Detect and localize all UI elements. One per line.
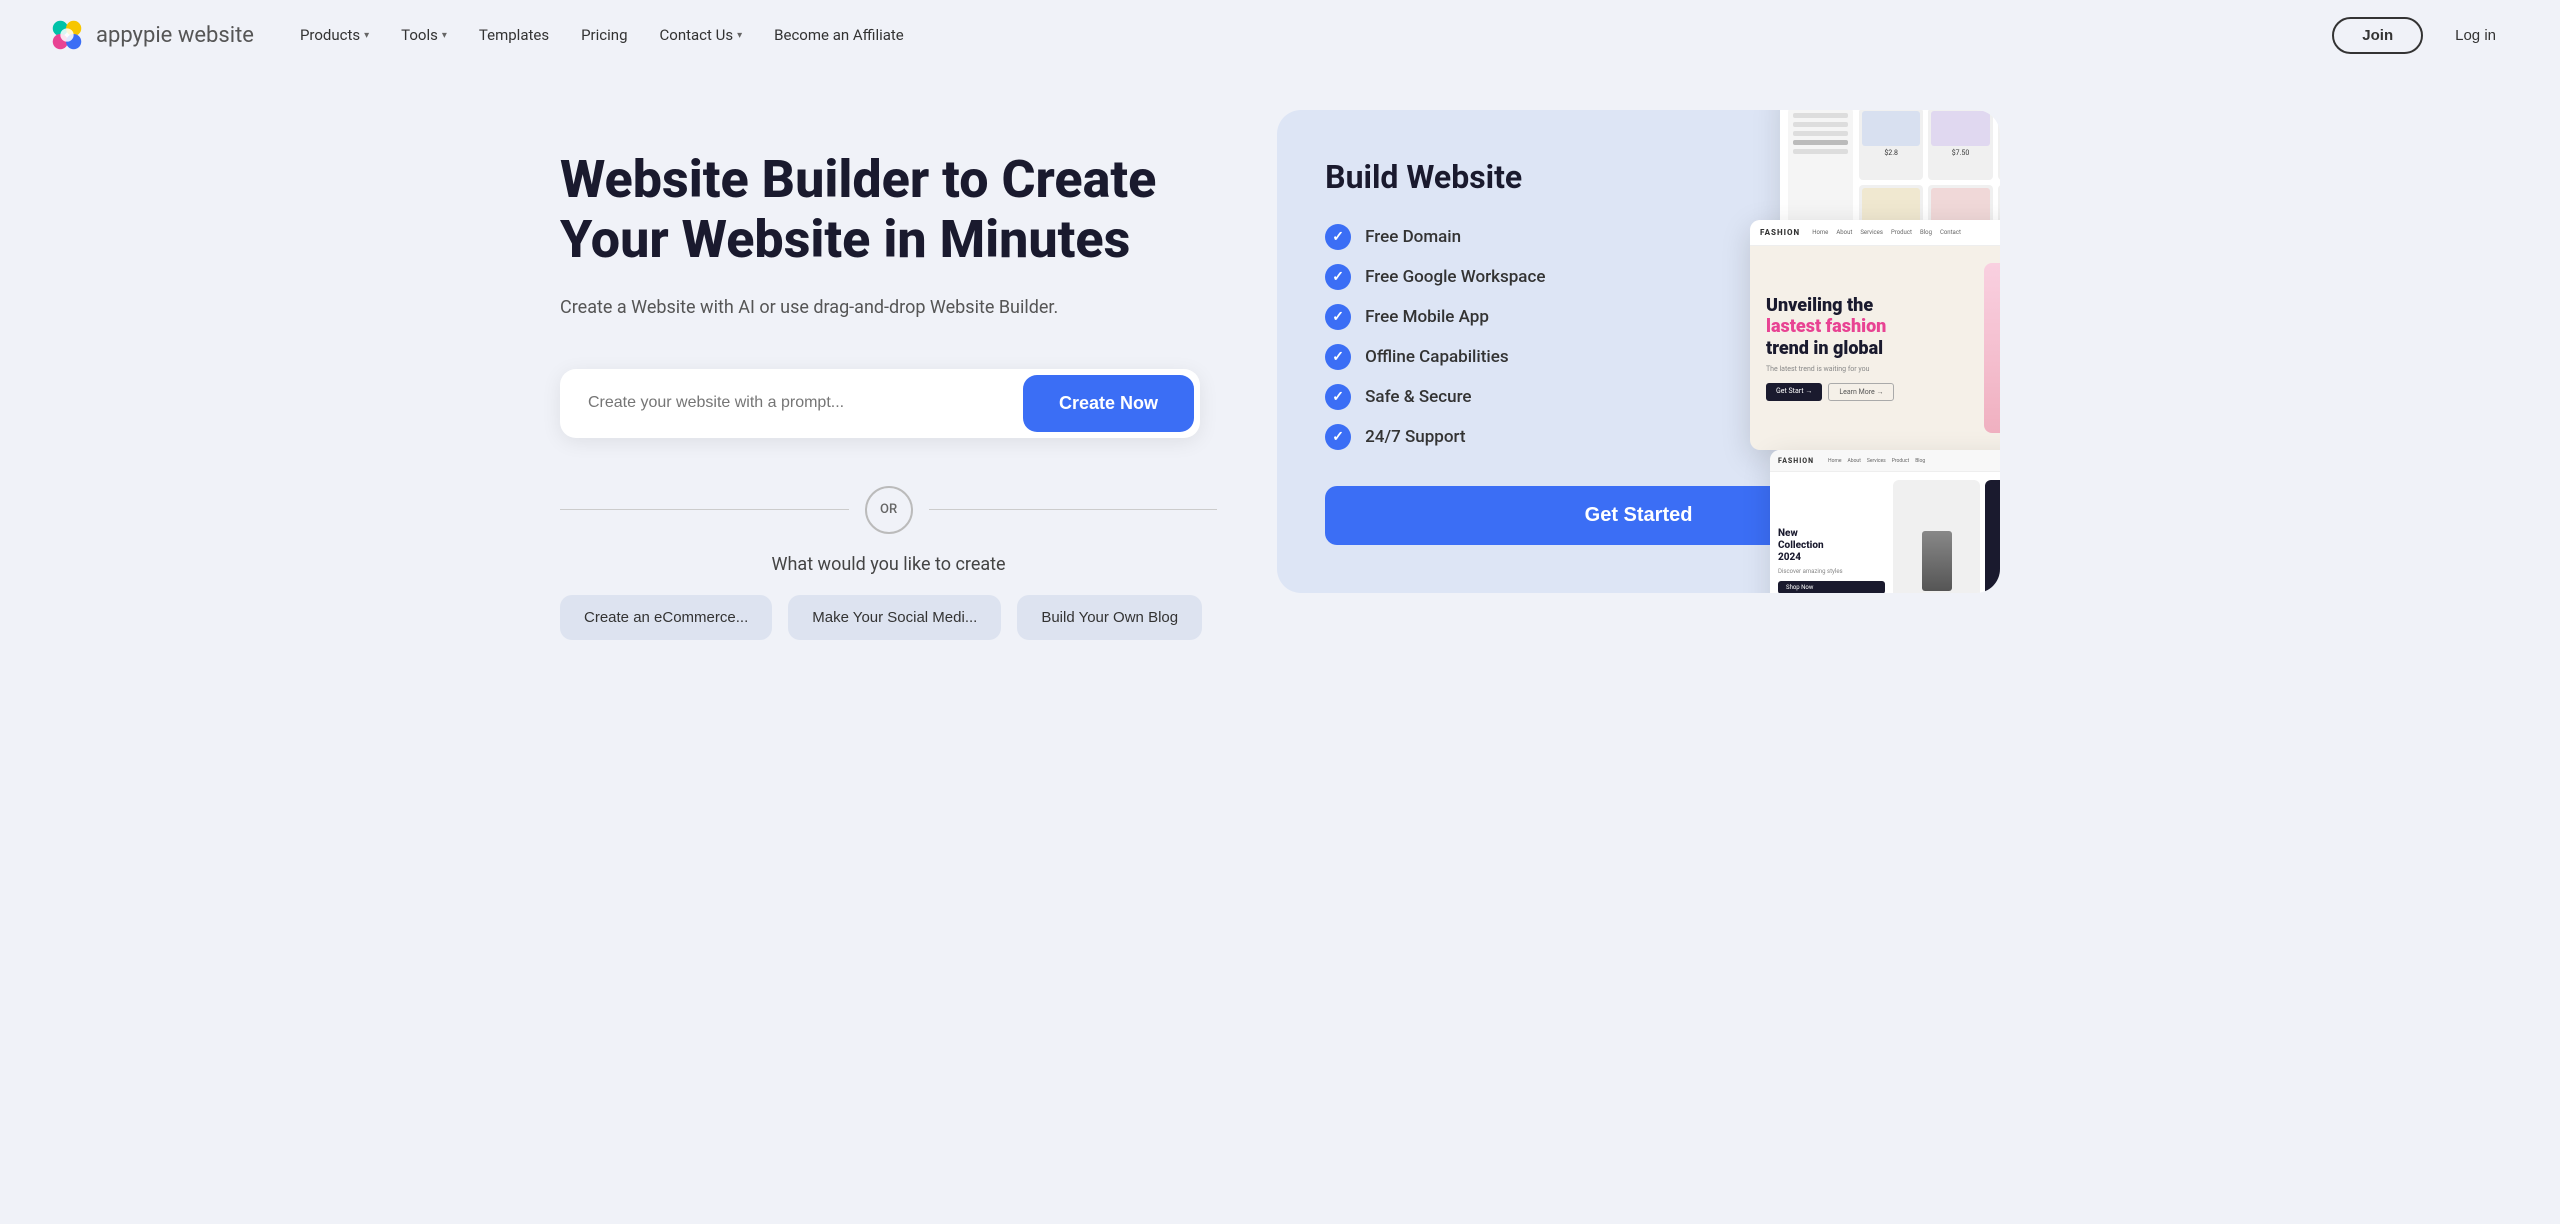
hero-title: Website Builder to Create Your Website i… [560, 150, 1217, 270]
login-button[interactable]: Log in [2439, 19, 2512, 52]
chip-ecommerce[interactable]: Create an eCommerce... [560, 595, 772, 640]
divider-line-right [929, 509, 1218, 510]
nav-item-affiliate[interactable]: Become an Affiliate [760, 18, 918, 52]
navbar: appypie website Products ▾ Tools ▾ Templ… [0, 0, 2560, 70]
check-icon-offline [1325, 344, 1351, 370]
feature-item-offline: Offline Capabilities [1325, 344, 1952, 370]
hero-subtitle: Create a Website with AI or use drag-and… [560, 294, 1140, 321]
feature-item-support: 24/7 Support [1325, 424, 1952, 450]
build-card: Build Website Free Domain Free Google Wo… [1277, 110, 2000, 593]
check-icon-domain [1325, 224, 1351, 250]
check-icon-mobile [1325, 304, 1351, 330]
chevron-down-icon: ▾ [737, 30, 742, 41]
or-section: OR What would you like to create Create … [560, 486, 1217, 640]
check-icon-workspace [1325, 264, 1351, 290]
join-button[interactable]: Join [2332, 17, 2423, 54]
or-label: OR [865, 486, 913, 534]
chevron-down-icon: ▾ [442, 30, 447, 41]
search-bar: Create Now [560, 369, 1200, 438]
check-icon-secure [1325, 384, 1351, 410]
search-input[interactable] [560, 372, 1017, 434]
logo[interactable]: appypie website [48, 16, 254, 54]
chip-blog[interactable]: Build Your Own Blog [1017, 595, 1202, 640]
nav-item-contact[interactable]: Contact Us ▾ [646, 18, 757, 52]
nav-item-tools[interactable]: Tools ▾ [387, 18, 461, 52]
build-card-title: Build Website [1325, 158, 1952, 196]
feature-item-domain: Free Domain [1325, 224, 1952, 250]
hero-section: Website Builder to Create Your Website i… [480, 70, 2080, 700]
chip-social[interactable]: Make Your Social Medi... [788, 595, 1001, 640]
nav-links: Products ▾ Tools ▾ Templates Pricing Con… [286, 18, 918, 52]
chevron-down-icon: ▾ [364, 30, 369, 41]
divider-line-left [560, 509, 849, 510]
what-create-label: What would you like to create [560, 554, 1217, 575]
logo-icon [48, 16, 86, 54]
nav-item-pricing[interactable]: Pricing [567, 18, 641, 52]
logo-text: appypie website [96, 23, 254, 48]
or-divider: OR [560, 486, 1217, 534]
nav-item-products[interactable]: Products ▾ [286, 18, 383, 52]
suggestion-chips: Create an eCommerce... Make Your Social … [560, 595, 1217, 640]
navbar-left: appypie website Products ▾ Tools ▾ Templ… [48, 16, 918, 54]
feature-list: Free Domain Free Google Workspace Free M… [1325, 224, 1952, 450]
nav-item-templates[interactable]: Templates [465, 18, 563, 52]
create-now-button[interactable]: Create Now [1023, 375, 1194, 432]
feature-item-mobile: Free Mobile App [1325, 304, 1952, 330]
hero-right: Build Website Free Domain Free Google Wo… [1277, 110, 2000, 630]
feature-item-secure: Safe & Secure [1325, 384, 1952, 410]
navbar-right: Join Log in [2332, 17, 2512, 54]
hero-left: Website Builder to Create Your Website i… [560, 110, 1217, 640]
check-icon-support [1325, 424, 1351, 450]
get-started-button[interactable]: Get Started [1325, 486, 1952, 545]
feature-item-workspace: Free Google Workspace [1325, 264, 1952, 290]
